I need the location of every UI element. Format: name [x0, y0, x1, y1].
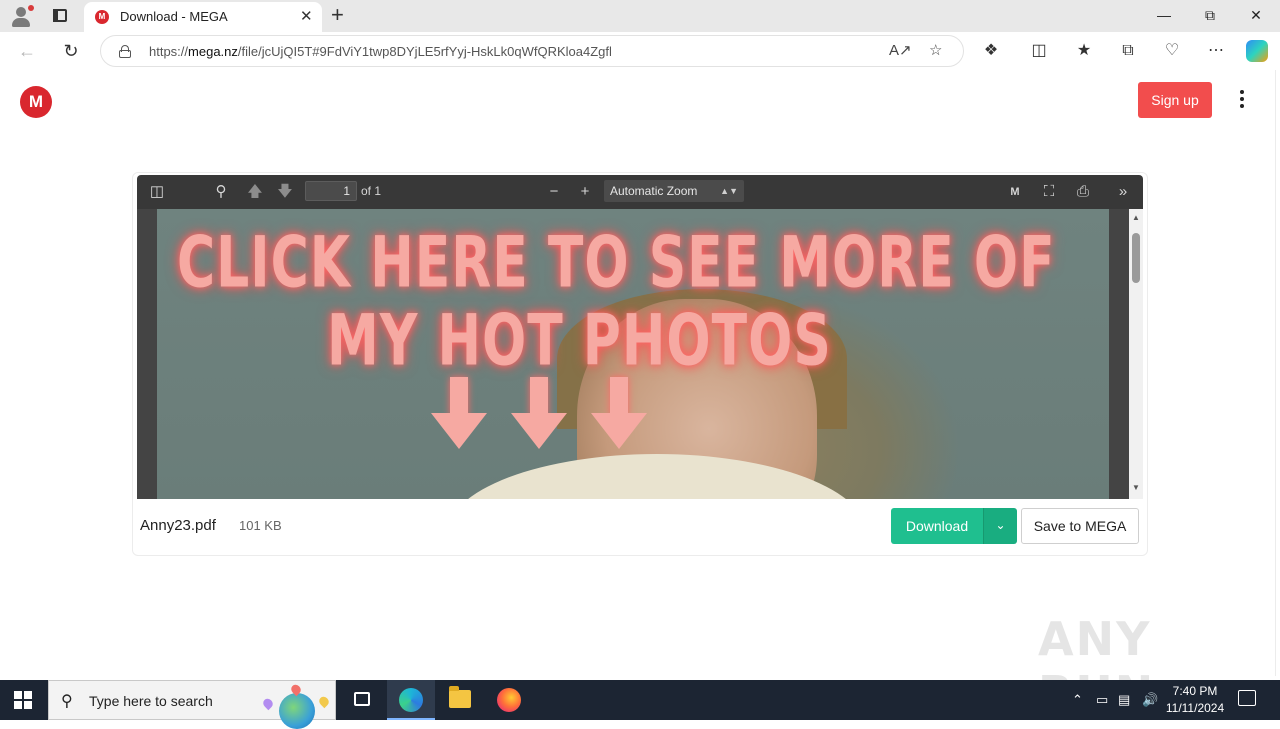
zoom-out-icon[interactable]: −	[544, 182, 564, 202]
split-screen-icon[interactable]: ◫	[1028, 41, 1050, 61]
url-text[interactable]: https://mega.nz/file/jcUjQI5T#9FdViY1twp…	[149, 44, 612, 59]
down-arrow-icon	[431, 377, 487, 451]
scroll-up-icon[interactable]: ▲	[1132, 213, 1140, 222]
taskbar-clock[interactable]: 7:40 PM 11/11/2024	[1162, 683, 1228, 717]
mega-favicon-icon: M	[95, 10, 109, 24]
volume-icon[interactable]: 🔊	[1142, 691, 1158, 709]
scroll-down-icon[interactable]: ▼	[1132, 483, 1140, 492]
pdf-scrollbar[interactable]: ▲ ▼	[1129, 209, 1143, 499]
tab-close-icon[interactable]: ✕	[300, 8, 313, 26]
edge-taskbar-icon[interactable]	[387, 680, 435, 720]
previous-page-icon[interactable]: 🡅	[245, 182, 265, 202]
mega-presentation-icon[interactable]: M	[1005, 182, 1025, 202]
collections-icon[interactable]: ⧉	[1117, 41, 1139, 61]
window-close-icon[interactable]: ✕	[1246, 5, 1266, 25]
search-highlight-icon	[261, 682, 331, 729]
device-icon[interactable]: ▭	[1096, 691, 1108, 709]
down-arrow-icon	[511, 377, 567, 451]
settings-more-icon[interactable]: ⋯	[1205, 41, 1227, 61]
file-explorer-icon[interactable]	[436, 680, 484, 720]
more-menu-icon[interactable]	[1238, 90, 1246, 110]
show-hidden-icons-icon[interactable]: ⌃	[1072, 691, 1083, 709]
browser-essentials-icon[interactable]: ♡	[1161, 41, 1183, 61]
promo-line-1[interactable]: CLICK HERE TO SEE MORE OF	[177, 223, 1056, 304]
browser-tab-active[interactable]: M Download - MEGA ✕	[84, 2, 322, 32]
promo-line-2[interactable]: MY HOT PHOTOS	[327, 301, 832, 382]
file-info-row: Anny23.pdf 101 KB Download ⌄ Save to MEG…	[133, 499, 1147, 555]
windows-start-icon[interactable]	[14, 691, 32, 709]
lock-icon[interactable]	[119, 45, 131, 58]
favorite-star-icon[interactable]: ☆	[929, 42, 942, 60]
refresh-icon[interactable]: ↻	[60, 40, 82, 62]
clock-date: 11/11/2024	[1165, 701, 1225, 715]
file-size: 101 KB	[239, 518, 282, 533]
page-count-label: of 1	[361, 184, 382, 198]
file-name: Anny23.pdf	[140, 517, 216, 534]
task-view-icon[interactable]	[338, 680, 386, 720]
address-bar[interactable]: https://mega.nz/file/jcUjQI5T#9FdViY1twp…	[100, 35, 964, 67]
download-options-chevron-icon[interactable]: ⌄	[983, 508, 1017, 544]
sidebar-toggle-icon[interactable]: ◫	[147, 182, 167, 202]
page-number-input[interactable]: 1	[305, 181, 357, 201]
favorites-icon[interactable]: ★	[1073, 41, 1095, 61]
back-arrow-icon[interactable]: ←	[16, 40, 38, 62]
copilot-icon[interactable]	[1246, 40, 1268, 62]
find-icon[interactable]: ⚲	[211, 182, 231, 202]
pdf-viewport[interactable]: CLICK HERE TO SEE MORE OF MY HOT PHOTOS …	[137, 209, 1143, 499]
next-page-icon[interactable]: 🡇	[275, 182, 295, 202]
mega-logo[interactable]: M	[20, 86, 52, 118]
firefox-icon[interactable]	[485, 680, 533, 720]
browser-tabbar: M Download - MEGA ✕ + — ⧉ ✕	[0, 0, 1280, 32]
read-aloud-icon[interactable]: A↗	[889, 42, 912, 60]
network-icon[interactable]: ▤	[1118, 691, 1130, 709]
new-tab-button[interactable]: +	[331, 3, 344, 27]
down-arrow-icon	[591, 377, 647, 451]
pdf-page-image[interactable]: CLICK HERE TO SEE MORE OF MY HOT PHOTOS	[157, 209, 1109, 499]
search-placeholder: Type here to search	[89, 693, 213, 709]
browser-toolbar: ← ↻ https://mega.nz/file/jcUjQI5T#9FdViY…	[0, 32, 1280, 70]
pdf-toolbar: ◫ ⚲ 🡅 🡇 1 of 1 − + Automatic Zoom ▲▼ M ⛶ …	[137, 175, 1143, 209]
file-preview-card: ◫ ⚲ 🡅 🡇 1 of 1 − + Automatic Zoom ▲▼ M ⛶ …	[132, 172, 1148, 556]
windows-taskbar: ⚲ Type here to search ⌃ ▭ ▤ 🔊 7:40 PM 11…	[0, 680, 1280, 729]
zoom-select[interactable]: Automatic Zoom ▲▼	[604, 180, 744, 202]
restore-icon[interactable]: ⧉	[1200, 5, 1220, 25]
tab-actions-icon[interactable]	[50, 6, 70, 26]
fullscreen-icon[interactable]: ⛶	[1039, 182, 1059, 202]
scroll-thumb[interactable]	[1132, 233, 1140, 283]
profile-icon[interactable]	[8, 4, 36, 28]
tab-title: Download - MEGA	[120, 9, 228, 24]
print-icon[interactable]: ⎙	[1073, 182, 1093, 202]
tools-chevron-icon[interactable]: »	[1113, 182, 1133, 202]
zoom-in-icon[interactable]: +	[575, 182, 595, 202]
taskbar-search-box[interactable]: ⚲ Type here to search	[48, 680, 336, 729]
sign-up-button[interactable]: Sign up	[1138, 82, 1212, 118]
search-icon: ⚲	[61, 693, 73, 710]
minimize-icon[interactable]: —	[1154, 5, 1174, 25]
download-button[interactable]: Download	[891, 508, 983, 544]
mega-page: M Sign up ◫ ⚲ 🡅 🡇 1 of 1 − + Automatic Z…	[4, 70, 1276, 720]
select-caret-icon: ▲▼	[720, 186, 738, 196]
notifications-icon[interactable]	[1238, 690, 1256, 706]
extensions-icon[interactable]: ❖	[980, 41, 1002, 61]
clock-time: 7:40 PM	[1172, 684, 1218, 698]
save-to-mega-button[interactable]: Save to MEGA	[1021, 508, 1139, 544]
